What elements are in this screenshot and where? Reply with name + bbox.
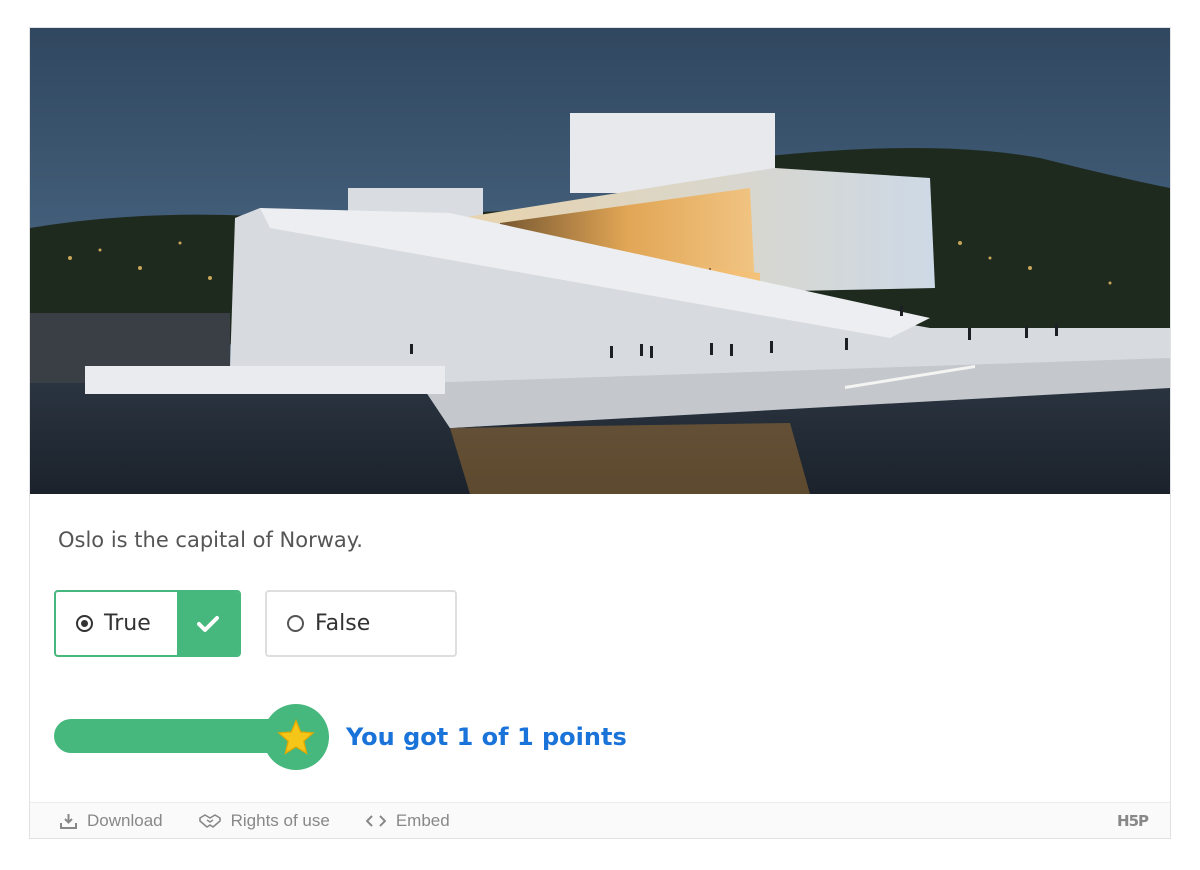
h5p-logo[interactable]: H5P xyxy=(1117,812,1149,830)
radio-selected-icon xyxy=(76,615,93,632)
embed-button[interactable]: Embed xyxy=(365,810,450,831)
answer-true-label: True xyxy=(104,611,151,636)
h5p-true-false-container: Oslo is the capital of Norway. True Fals… xyxy=(29,27,1171,839)
answer-false-option[interactable]: False xyxy=(265,590,457,657)
h5p-actions-footer: Download Rights of use Embed H5P xyxy=(30,802,1170,838)
embed-label: Embed xyxy=(395,810,450,830)
handshake-icon xyxy=(198,813,221,829)
rights-of-use-label: Rights of use xyxy=(230,810,330,830)
oslo-opera-house-image xyxy=(30,28,1170,494)
download-button[interactable]: Download xyxy=(60,811,163,831)
rights-of-use-button[interactable]: Rights of use xyxy=(198,810,330,831)
question-text: Oslo is the capital of Norway. xyxy=(58,528,363,552)
star-icon xyxy=(263,704,329,770)
code-icon xyxy=(365,814,386,828)
answer-true-option[interactable]: True xyxy=(54,590,241,657)
answer-false-label: False xyxy=(315,611,371,636)
score-feedback-text: You got 1 of 1 points xyxy=(346,723,627,751)
download-icon xyxy=(60,813,77,829)
radio-unselected-icon xyxy=(287,615,304,632)
checkmark-icon xyxy=(177,592,239,655)
download-label: Download xyxy=(87,810,163,830)
